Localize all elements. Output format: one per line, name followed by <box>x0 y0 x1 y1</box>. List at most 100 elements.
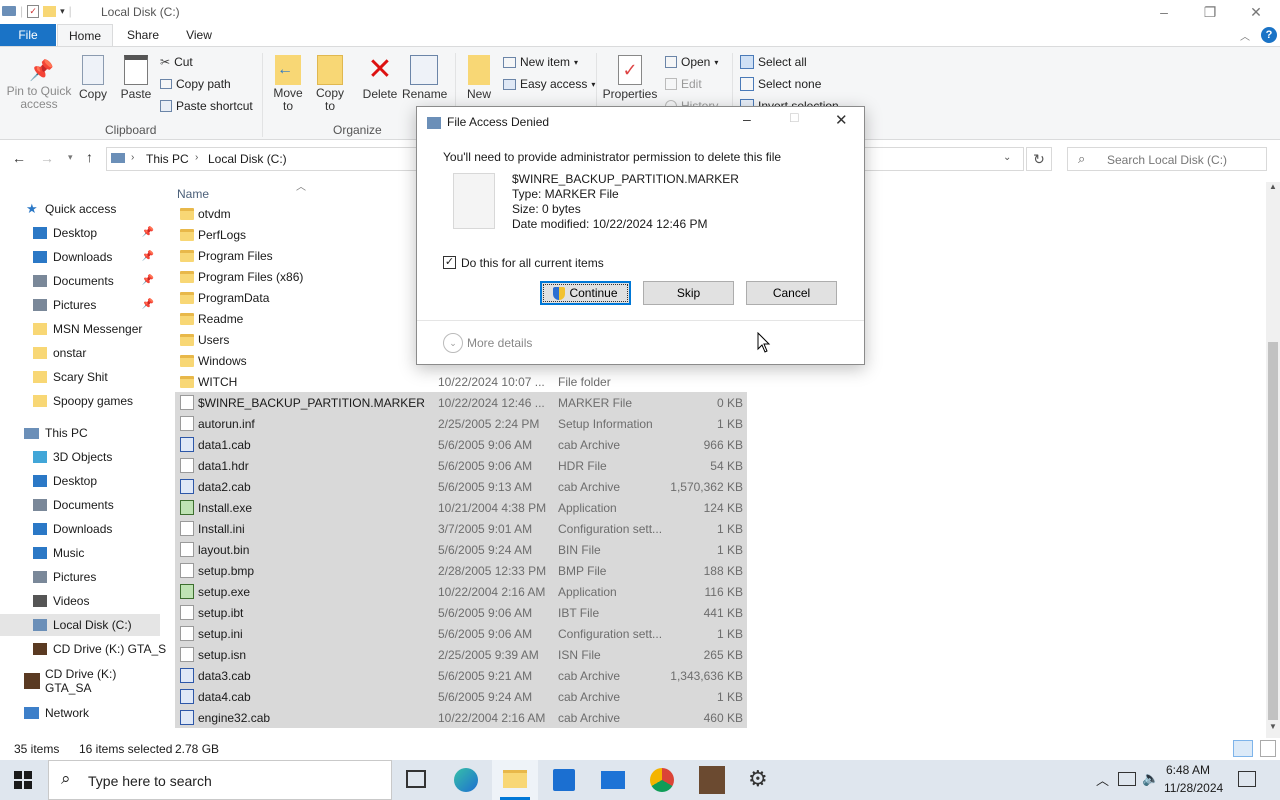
recent-locations-icon[interactable]: ▾ <box>68 152 73 163</box>
file-row[interactable]: layout.bin 5/6/2005 9:24 AM BIN File 1 KB <box>175 539 747 560</box>
nav-pc-item[interactable]: Desktop <box>0 470 160 492</box>
cut-button[interactable]: ✂ Cut <box>160 55 193 69</box>
mail-icon[interactable] <box>601 771 625 789</box>
file-row[interactable]: data1.hdr 5/6/2005 9:06 AM HDR File 54 KB <box>175 455 747 476</box>
chevron-right-icon[interactable]: › <box>195 152 198 163</box>
forward-icon[interactable]: → <box>40 150 54 166</box>
all-items-checkbox[interactable]: ✓ <box>443 256 456 269</box>
properties-qat-icon[interactable]: ✓ <box>27 4 40 18</box>
properties-button[interactable]: ✓ Properties <box>602 55 658 101</box>
edge-browser-icon[interactable] <box>454 768 478 792</box>
pin-quick-access-button[interactable]: 📌 Pin to Quick access <box>4 59 74 111</box>
nav-this-pc[interactable]: This PC <box>0 422 160 444</box>
paste-shortcut-button[interactable]: Paste shortcut <box>160 99 253 113</box>
dialog-close-button[interactable]: ✕ <box>835 111 848 129</box>
select-all-button[interactable]: Select all <box>740 55 807 69</box>
more-details-link[interactable]: More details <box>467 336 532 350</box>
nav-pc-item[interactable]: Documents <box>0 494 160 516</box>
file-row[interactable]: Install.ini 3/7/2005 9:01 AM Configuration… <box>175 518 747 539</box>
nav-quick-item[interactable]: Desktop 📌 <box>0 222 160 244</box>
file-row[interactable]: data3.cab 5/6/2005 9:21 AM cab Archive 1,34… <box>175 665 747 686</box>
nav-pc-item[interactable]: CD Drive (K:) GTA_S <box>0 638 166 660</box>
nav-quick-item[interactable]: Documents 📌 <box>0 270 160 292</box>
copy-path-button[interactable]: Copy path <box>160 77 231 91</box>
file-row[interactable]: engine32.cab 10/22/2004 2:16 AM cab Archiv… <box>175 707 747 728</box>
details-view-icon[interactable] <box>1233 740 1253 757</box>
help-icon[interactable]: ? <box>1261 27 1277 43</box>
nav-pc-item[interactable]: Music <box>0 542 160 564</box>
minimize-button[interactable]: – <box>1141 0 1187 24</box>
clock-date[interactable]: 11/28/2024 <box>1164 781 1223 795</box>
collapse-ribbon-icon[interactable]: ︿ <box>1240 28 1250 43</box>
rename-button[interactable]: Rename <box>402 55 447 101</box>
nav-pc-item[interactable]: Videos <box>0 590 160 612</box>
nav-quick-item[interactable]: Spoopy games <box>0 390 160 412</box>
nav-pc-item[interactable]: Local Disk (C:) <box>0 614 160 636</box>
file-row[interactable]: Install.exe 10/21/2004 4:38 PM Application… <box>175 497 747 518</box>
game-app-icon[interactable] <box>699 766 725 794</box>
move-to-button[interactable]: ← Move to <box>270 55 306 113</box>
edit-button[interactable]: Edit <box>665 77 702 91</box>
tab-view[interactable]: View <box>176 24 222 46</box>
network-status-icon[interactable] <box>1118 772 1136 786</box>
back-icon[interactable]: ← <box>12 150 26 166</box>
file-row[interactable]: data2.cab 5/6/2005 9:13 AM cab Archive 1,57… <box>175 476 747 497</box>
nav-quick-item[interactable]: Downloads 📌 <box>0 246 160 268</box>
microsoft-store-icon[interactable] <box>553 769 575 791</box>
tab-share[interactable]: Share <box>118 24 168 46</box>
tab-home[interactable]: Home <box>57 24 113 46</box>
file-explorer-taskbar-button[interactable] <box>492 760 538 800</box>
breadcrumb-this-pc[interactable]: This PC <box>146 152 189 166</box>
copy-to-button[interactable]: Copy to <box>312 55 348 113</box>
file-row[interactable]: setup.isn 2/25/2005 9:39 AM ISN File 265 KB <box>175 644 747 665</box>
clock-time[interactable]: 6:48 AM <box>1166 763 1210 777</box>
column-header-name[interactable]: Name <box>177 187 209 201</box>
chrome-browser-icon[interactable] <box>650 768 674 792</box>
scroll-up-icon[interactable]: ▲ <box>1269 182 1277 191</box>
new-folder-qat-icon[interactable] <box>43 5 57 17</box>
nav-quick-access[interactable]: ★ Quick access <box>0 198 160 220</box>
continue-button[interactable]: Continue <box>540 281 631 305</box>
cancel-button[interactable]: Cancel <box>746 281 837 305</box>
refresh-icon[interactable]: ↻ <box>1026 147 1052 171</box>
nav-pc-item[interactable]: 3D Objects <box>0 446 160 468</box>
tab-file[interactable]: File <box>0 24 56 46</box>
easy-access-button[interactable]: Easy access ▾ <box>503 77 595 91</box>
large-icons-view-icon[interactable] <box>1260 740 1276 757</box>
up-icon[interactable]: ↑ <box>86 149 93 165</box>
file-row[interactable]: setup.ibt 5/6/2005 9:06 AM IBT File 441 KB <box>175 602 747 623</box>
copy-button[interactable]: Copy <box>76 55 110 101</box>
select-none-button[interactable]: Select none <box>740 77 821 91</box>
delete-button[interactable]: ✕ Delete <box>360 55 400 102</box>
file-row[interactable]: autorun.inf 2/25/2005 2:24 PM Setup Inform… <box>175 413 747 434</box>
nav-pc-item[interactable]: Pictures <box>0 566 160 588</box>
taskbar-search-box[interactable]: ⌕ Type here to search <box>48 760 392 800</box>
nav-quick-item[interactable]: Pictures 📌 <box>0 294 160 316</box>
notifications-icon[interactable] <box>1238 771 1256 787</box>
chevron-right-icon[interactable]: › <box>131 152 134 163</box>
nav-pc-item[interactable]: Downloads <box>0 518 160 540</box>
expand-details-icon[interactable]: ⌄ <box>443 333 463 353</box>
maximize-button[interactable]: ❐ <box>1187 0 1233 24</box>
nav-network[interactable]: Network <box>0 702 160 724</box>
breadcrumb-local-disk[interactable]: Local Disk (C:) <box>208 152 287 166</box>
task-view-icon[interactable] <box>406 770 426 788</box>
show-hidden-icons-icon[interactable]: ︿ <box>1096 770 1109 789</box>
file-row[interactable]: $WINRE_BACKUP_PARTITION.MARKER 10/22/2024… <box>175 392 747 413</box>
nav-quick-item[interactable]: Scary Shit <box>0 366 160 388</box>
dialog-minimize-button[interactable]: – <box>743 111 751 127</box>
paste-button[interactable]: Paste <box>118 55 154 101</box>
nav-quick-item[interactable]: onstar <box>0 342 160 364</box>
skip-button[interactable]: Skip <box>643 281 734 305</box>
customize-qat-icon[interactable]: ▾ <box>60 6 65 17</box>
scrollbar-thumb[interactable] <box>1268 342 1278 720</box>
search-input[interactable]: ⌕ Search Local Disk (C:) <box>1067 147 1267 171</box>
nav-quick-item[interactable]: MSN Messenger <box>0 318 160 340</box>
address-dropdown-icon[interactable]: ⌄ <box>1003 152 1011 163</box>
settings-gear-icon[interactable]: ⚙ <box>748 766 768 792</box>
start-windows-icon[interactable] <box>14 771 32 789</box>
file-row[interactable]: setup.bmp 2/28/2005 12:33 PM BMP File 188 K… <box>175 560 747 581</box>
file-row[interactable]: WITCH 10/22/2024 10:07 ... File folder <box>175 371 747 392</box>
scroll-down-icon[interactable]: ▼ <box>1269 722 1277 731</box>
file-row[interactable]: setup.exe 10/22/2004 2:16 AM Application 11… <box>175 581 747 602</box>
